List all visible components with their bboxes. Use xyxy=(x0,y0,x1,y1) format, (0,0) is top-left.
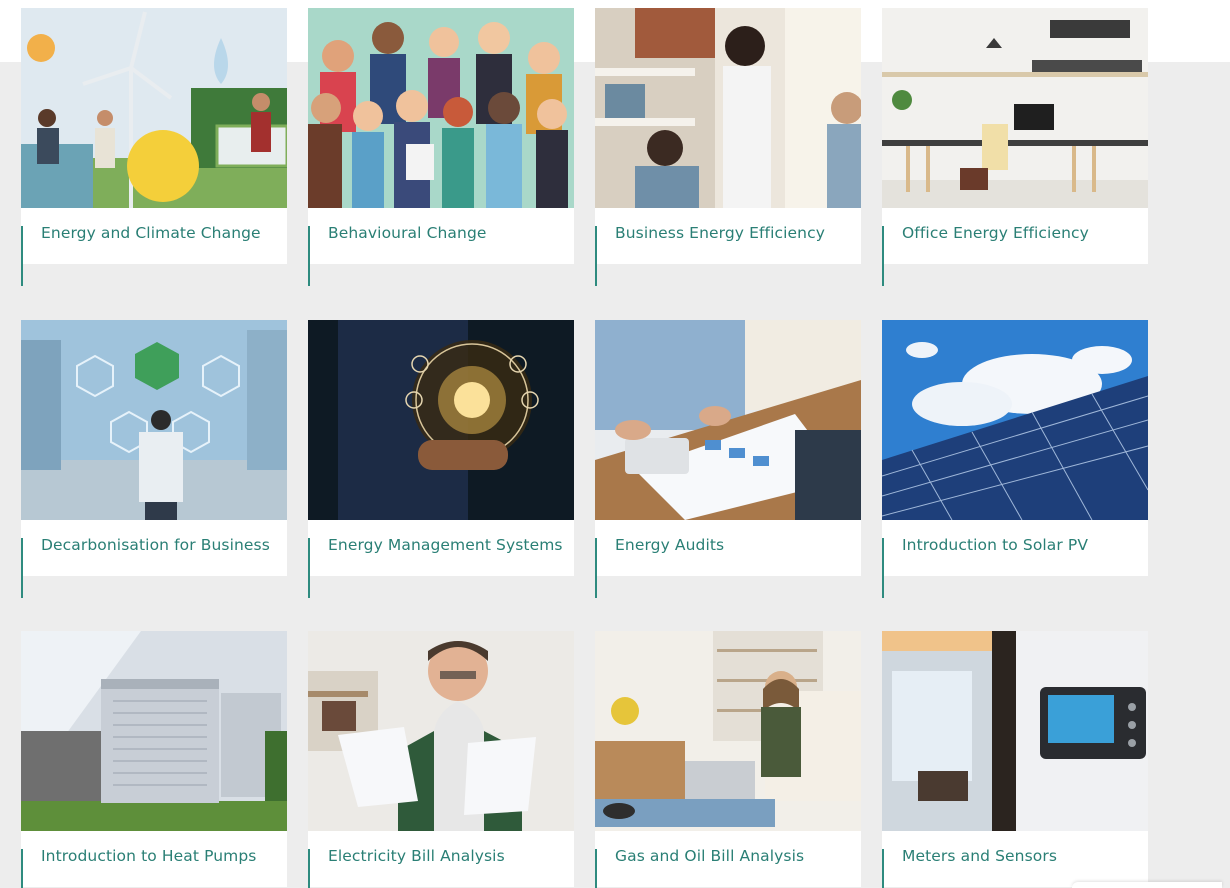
course-title[interactable]: Gas and Oil Bill Analysis xyxy=(615,847,804,865)
course-card-energy-management[interactable]: Energy Management Systems xyxy=(308,320,574,598)
card-accent-bar xyxy=(882,538,884,598)
course-title[interactable]: Behavioural Change xyxy=(328,224,487,242)
heat-pump-units-image xyxy=(21,631,287,831)
bulb-network-image xyxy=(308,320,574,520)
man-reading-bill-image xyxy=(308,631,574,831)
course-card-meters-sensors[interactable]: Meters and Sensors xyxy=(882,631,1148,888)
course-card-decarbonisation[interactable]: Decarbonisation for Business xyxy=(21,320,287,598)
office-desk-image xyxy=(882,8,1148,208)
course-card-electricity-bill[interactable]: Electricity Bill Analysis xyxy=(308,631,574,888)
co2-city-image xyxy=(21,320,287,520)
card-accent-bar xyxy=(308,226,310,286)
card-accent-bar xyxy=(882,849,884,888)
corner-widget-edge xyxy=(1072,882,1222,888)
course-card-solar-pv[interactable]: Introduction to Solar PV xyxy=(882,320,1148,598)
card-accent-bar xyxy=(882,226,884,286)
course-title[interactable]: Energy Management Systems xyxy=(328,536,563,554)
course-title[interactable]: Office Energy Efficiency xyxy=(902,224,1089,242)
course-title[interactable]: Energy and Climate Change xyxy=(41,224,261,242)
course-title[interactable]: Introduction to Solar PV xyxy=(902,536,1088,554)
woman-laptop-image xyxy=(595,631,861,831)
card-accent-bar xyxy=(21,849,23,888)
card-accent-bar xyxy=(595,226,597,286)
course-title[interactable]: Introduction to Heat Pumps xyxy=(41,847,256,865)
card-accent-bar xyxy=(595,849,597,888)
course-card-office-energy[interactable]: Office Energy Efficiency xyxy=(882,8,1148,286)
course-title[interactable]: Energy Audits xyxy=(615,536,724,554)
course-card-heat-pumps[interactable]: Introduction to Heat Pumps xyxy=(21,631,287,888)
course-title[interactable]: Electricity Bill Analysis xyxy=(328,847,505,865)
course-title[interactable]: Decarbonisation for Business xyxy=(41,536,270,554)
course-card-behavioural-change[interactable]: Behavioural Change xyxy=(308,8,574,286)
wall-thermostat-image xyxy=(882,631,1148,831)
paperwork-audit-image xyxy=(595,320,861,520)
card-accent-bar xyxy=(308,538,310,598)
course-card-energy-audits[interactable]: Energy Audits xyxy=(595,320,861,598)
course-title[interactable]: Meters and Sensors xyxy=(902,847,1057,865)
behaviour-people-image xyxy=(308,8,574,208)
course-card-gas-oil-bill[interactable]: Gas and Oil Bill Analysis xyxy=(595,631,861,888)
energy-climate-image xyxy=(21,8,287,208)
card-accent-bar xyxy=(595,538,597,598)
solar-panels-image xyxy=(882,320,1148,520)
course-card-energy-climate[interactable]: Energy and Climate Change xyxy=(21,8,287,286)
card-accent-bar xyxy=(21,538,23,598)
business-meeting-image xyxy=(595,8,861,208)
course-title[interactable]: Business Energy Efficiency xyxy=(615,224,825,242)
card-accent-bar xyxy=(21,226,23,286)
card-accent-bar xyxy=(308,849,310,888)
course-card-business-energy[interactable]: Business Energy Efficiency xyxy=(595,8,861,286)
